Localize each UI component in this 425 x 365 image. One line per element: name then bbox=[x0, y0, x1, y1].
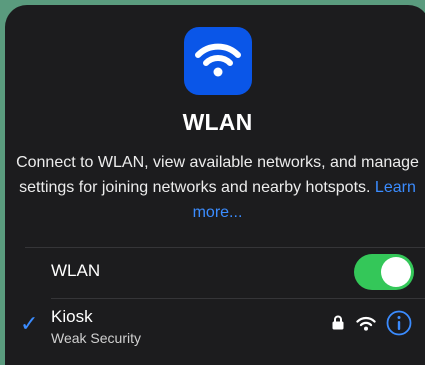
wifi-icon bbox=[356, 316, 376, 336]
description-text: Connect to WLAN, view available networks… bbox=[15, 150, 420, 225]
network-security-label: Weak Security bbox=[51, 330, 141, 346]
info-icon[interactable] bbox=[386, 310, 412, 341]
page-title: WLAN bbox=[182, 109, 253, 135]
wlan-toggle-label: WLAN bbox=[51, 261, 101, 280]
wlan-toggle[interactable] bbox=[354, 254, 414, 290]
divider bbox=[51, 298, 425, 299]
wlan-app-icon bbox=[184, 27, 252, 95]
network-name: Kiosk bbox=[51, 307, 93, 326]
toggle-knob bbox=[381, 257, 411, 287]
description-body: Connect to WLAN, view available networks… bbox=[16, 154, 419, 196]
lock-icon bbox=[332, 315, 344, 335]
wlan-panel: WLAN Connect to WLAN, view available net… bbox=[5, 5, 425, 365]
divider bbox=[25, 247, 425, 248]
checkmark-icon: ✓ bbox=[20, 311, 39, 336]
